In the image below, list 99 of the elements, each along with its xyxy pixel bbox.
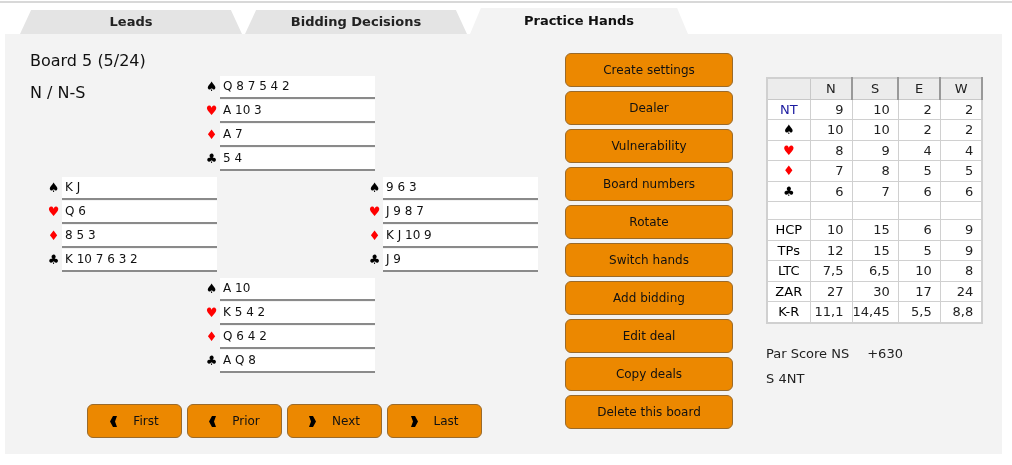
table-cell: 12	[810, 240, 852, 261]
table-cell: 7	[852, 181, 899, 202]
suit-symbol: ♠	[204, 78, 219, 97]
action-button[interactable]: Switch hands	[565, 243, 733, 277]
cards-field[interactable]: A 10 3	[220, 99, 375, 123]
suit-symbol: ♣	[367, 251, 382, 270]
tab[interactable]: Leads	[20, 10, 242, 34]
suit-symbol: ♣	[46, 251, 61, 270]
nav-button[interactable]: Last	[387, 404, 482, 438]
table-cell: 15	[852, 219, 899, 240]
table-cell: 2	[898, 119, 941, 140]
dealer-vulnerability: N / N-S	[30, 82, 86, 104]
table-cell: 10	[810, 219, 852, 240]
action-button[interactable]: Dealer	[565, 91, 733, 125]
column-header: N	[810, 78, 852, 99]
suit-symbol: ♥	[204, 304, 219, 323]
column-header: E	[898, 78, 941, 99]
tab[interactable]: Practice Hands	[470, 8, 688, 34]
table-cell: 10	[852, 119, 899, 140]
table-cell: 2	[898, 99, 941, 120]
cards-field[interactable]: J 9 8 7	[383, 200, 538, 224]
suit-symbol: ♦	[46, 227, 61, 246]
row-label: ♣	[767, 181, 810, 202]
table-cell: 8	[852, 160, 899, 181]
nav-button[interactable]: Prior	[187, 404, 282, 438]
tab[interactable]: Bidding Decisions	[245, 10, 467, 34]
row-label: NT	[767, 99, 810, 120]
suit-symbol: ♣	[204, 150, 219, 169]
left-arrow-icon	[110, 415, 118, 427]
cards-field[interactable]: 9 6 3	[383, 176, 538, 200]
suit-symbol: ♥	[204, 102, 219, 121]
action-button[interactable]: Copy deals	[565, 357, 733, 391]
table-cell: 6	[898, 219, 941, 240]
table-cell: 7,5	[810, 260, 852, 281]
cards-field[interactable]: Q 8 7 5 4 2	[220, 75, 375, 99]
cards-field[interactable]: K 10 7 6 3 2	[62, 248, 217, 272]
column-header: S	[852, 78, 899, 99]
table-cell: 9	[810, 99, 852, 120]
action-button[interactable]: Rotate	[565, 205, 733, 239]
board-title: Board 5 (5/24)	[30, 50, 146, 72]
row-label: LTC	[767, 260, 810, 281]
table-cell: 6	[810, 181, 852, 202]
right-arrow-icon	[309, 415, 316, 427]
suit-symbol: ♠	[367, 179, 382, 198]
cards-field[interactable]: Q 6 4 2	[220, 325, 375, 349]
right-arrow-icon	[410, 415, 418, 427]
left-arrow-icon	[209, 415, 217, 427]
table-cell: 17	[898, 281, 941, 302]
table-cell: 6	[898, 181, 941, 202]
cards-field[interactable]: J 9	[383, 248, 538, 272]
cards-field[interactable]: K J	[62, 176, 217, 200]
cards-field[interactable]: A 10	[220, 277, 375, 301]
table-cell: 27	[810, 281, 852, 302]
nav-button[interactable]: First	[87, 404, 182, 438]
column-header: W	[940, 78, 983, 99]
table-cell: 30	[852, 281, 899, 302]
table-cell: 5	[898, 240, 941, 261]
suit-symbol: ♥	[46, 203, 61, 222]
table-cell: 14,45	[852, 301, 899, 323]
par-score: +630	[867, 344, 903, 363]
cards-field[interactable]: 5 4	[220, 147, 375, 171]
cards-field[interactable]: K 5 4 2	[220, 301, 375, 325]
suit-symbol: ♠	[46, 179, 61, 198]
suit-symbol: ♣	[204, 352, 219, 371]
table-cell: 10	[852, 99, 899, 120]
suit-symbol: ♠	[204, 280, 219, 299]
table-cell: 6,5	[852, 260, 899, 281]
row-label: TPs	[767, 240, 810, 261]
table-cell: 8	[810, 140, 852, 161]
action-button[interactable]: Create settings	[565, 53, 733, 87]
suit-symbol: ♥	[367, 203, 382, 222]
nav-button[interactable]: Next	[287, 404, 382, 438]
row-label: ♥	[767, 140, 810, 161]
table-cell: 10	[898, 260, 941, 281]
suit-symbol: ♦	[204, 126, 219, 145]
cards-field[interactable]: K J 10 9	[383, 224, 538, 248]
table-cell: 10	[810, 119, 852, 140]
action-button[interactable]: Board numbers	[565, 167, 733, 201]
row-label: ♠	[767, 119, 810, 140]
par-contract: S 4NT	[766, 370, 806, 388]
par-score-label: Par Score NS	[766, 344, 850, 363]
table-cell: 7	[810, 160, 852, 181]
suit-symbol: ♦	[204, 328, 219, 347]
cards-field[interactable]: A 7	[220, 123, 375, 147]
row-label: HCP	[767, 219, 810, 240]
table-cell: 15	[852, 240, 899, 261]
action-button[interactable]: Delete this board	[565, 395, 733, 429]
action-button[interactable]: Add bidding	[565, 281, 733, 315]
cards-field[interactable]: A Q 8	[220, 349, 375, 373]
row-label: ZAR	[767, 281, 810, 302]
cards-field[interactable]: 8 5 3	[62, 224, 217, 248]
cards-field[interactable]: Q 6	[62, 200, 217, 224]
suit-symbol: ♦	[367, 227, 382, 246]
row-label: ♦	[767, 160, 810, 181]
action-button[interactable]: Vulnerability	[565, 129, 733, 163]
table-cell: 4	[898, 140, 941, 161]
table-cell: 9	[852, 140, 899, 161]
action-button[interactable]: Edit deal	[565, 319, 733, 353]
table-cell: 5	[898, 160, 941, 181]
